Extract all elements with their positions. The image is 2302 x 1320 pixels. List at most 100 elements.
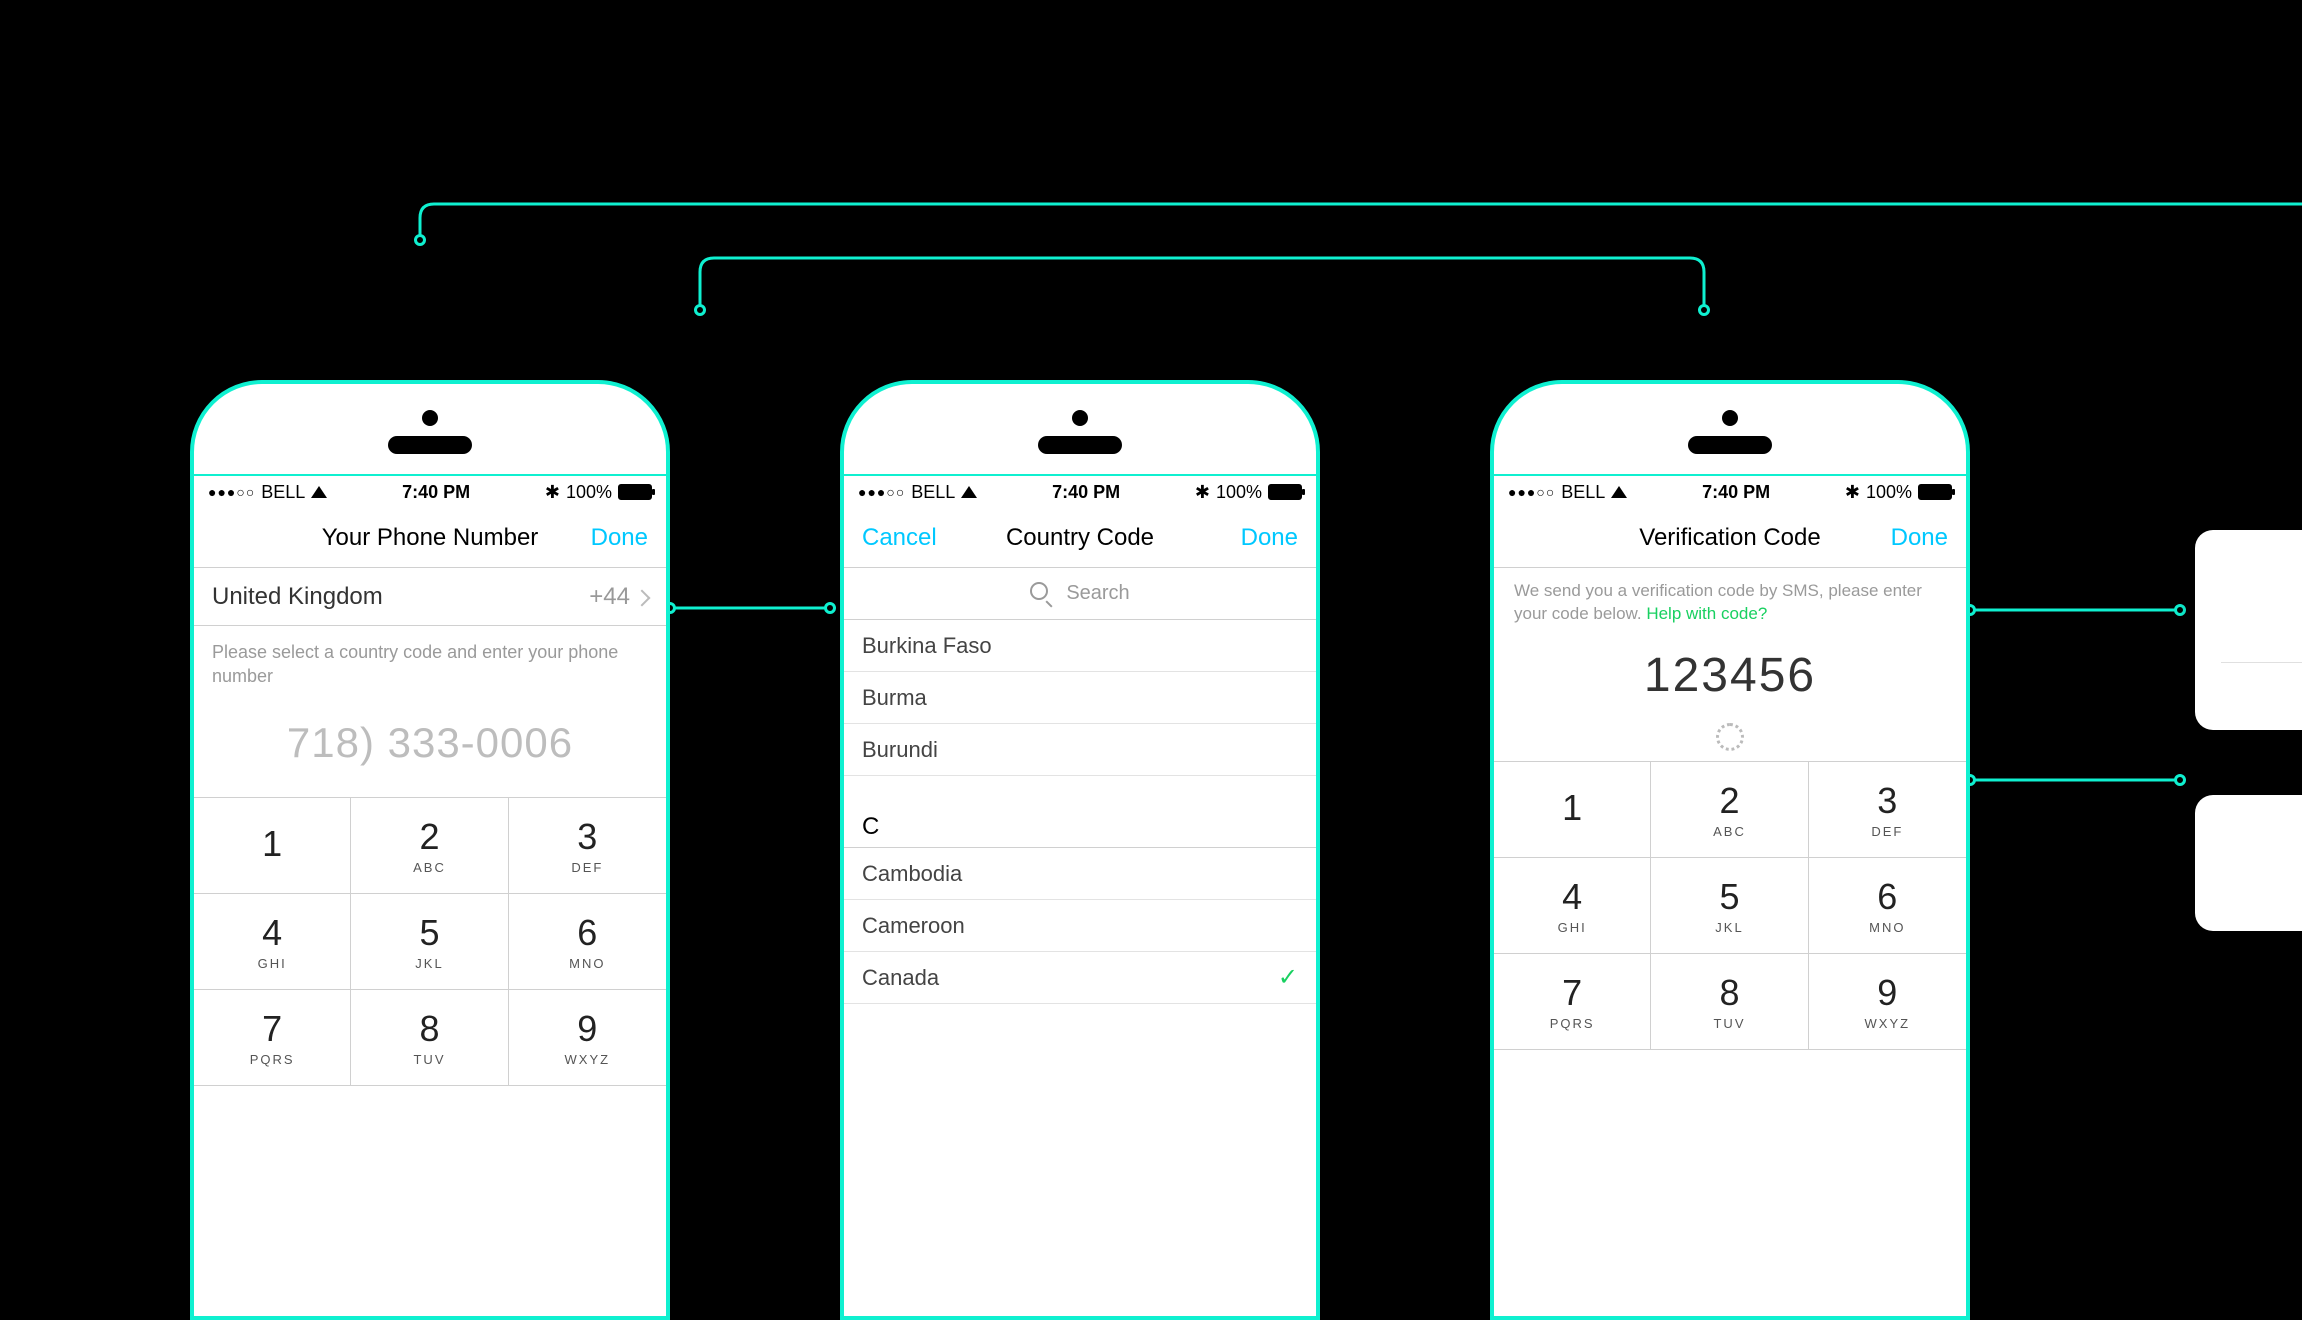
country-selector-row[interactable]: United Kingdom +44 [194,568,666,626]
alert-text-line: is ok. So, you [2221,848,2302,879]
done-button[interactable]: Done [1208,524,1298,552]
key-digit: 7 [262,1008,282,1050]
instruction-text: Please select a country code and enter y… [194,626,666,711]
keypad-key-7[interactable]: 7PQRS [1494,954,1651,1050]
cancel-button[interactable]: Cancel [862,524,952,552]
key-letters: TUV [1713,1016,1745,1031]
key-digit: 8 [419,1008,439,1050]
alert-text-line: name an [2221,879,2302,910]
keypad-key-1[interactable]: 1 [194,798,351,894]
key-digit: 4 [262,912,282,954]
country-item[interactable]: Burundi [844,724,1316,776]
device-earpiece [194,384,666,474]
key-digit: 3 [1877,780,1897,822]
key-digit: 4 [1562,876,1582,918]
bluetooth-icon: ✱ [1195,482,1210,503]
status-bar: ●●●○○ BELL 7:40 PM ✱ 100% [194,474,666,508]
country-item[interactable]: Burma [844,672,1316,724]
nav-bar: Cancel Country Code Done [844,508,1316,568]
phone-number-input[interactable]: 718) 333-0006 [194,711,666,797]
keypad-key-4[interactable]: 4 GHI [194,894,351,990]
key-digit: 1 [1562,787,1582,829]
wifi-icon [961,482,977,503]
country-name-label: Burkina Faso [862,633,992,659]
battery-pct-label: 100% [1866,482,1912,503]
key-digit: 1 [262,823,282,865]
alert-text-line: Congratulatio [2221,817,2302,848]
key-letters: TUV [413,1052,445,1067]
battery-pct-label: 100% [566,482,612,503]
keypad-key-5[interactable]: 5 JKL [1651,858,1808,954]
keypad-key-9[interactable]: 9WXYZ [1809,954,1966,1050]
keypad-key-4[interactable]: 4GHI [1494,858,1651,954]
country-name-label: Cameroon [862,913,965,939]
keypad-key-5[interactable]: 5JKL [351,894,508,990]
key-digit: 8 [1719,972,1739,1014]
keypad-key-6[interactable]: 6 MNO [509,894,666,990]
country-name-label: Burma [862,685,927,711]
alert-code-not-received: Don't rec Please, ch number a Reenter P [2195,530,2302,730]
keypad-key-2[interactable]: 2ABC [1651,762,1808,858]
phone-enter-number: ●●●○○ BELL 7:40 PM ✱ 100% Your Phone Num… [190,380,670,1320]
keypad-key-1[interactable]: 1 [1494,762,1651,858]
chevron-right-icon [636,583,648,611]
signal-dots-icon: ●●●○○ [208,484,255,500]
key-letters: JKL [1715,920,1743,935]
clock-label: 7:40 PM [1702,482,1770,503]
keypad-key-9[interactable]: 9 WXYZ [509,990,666,1086]
device-earpiece [1494,384,1966,474]
keypad-key-3[interactable]: 3DEF [509,798,666,894]
country-code-label: +44 [589,583,630,611]
phone-verification: ●●●○○ BELL 7:40 PM ✱ 100% Verification C… [1490,380,1970,1320]
numeric-keypad: 1 2ABC3DEF 4 GHI 5JKL 6 MNO 7 PQRS 8 TUV 9 WXYZ [194,797,666,1086]
key-letters: WXYZ [565,1052,611,1067]
key-letters: WXYZ [1865,1016,1911,1031]
keypad-key-8[interactable]: 8 TUV [1651,954,1808,1050]
clock-label: 7:40 PM [402,482,470,503]
wifi-icon [1611,482,1627,503]
numeric-keypad: 1 2ABC3DEF 4GHI 5 JKL 6MNO 7PQRS 8 TUV 9WXYZ [1494,761,1966,1050]
country-name-label: Cambodia [862,861,962,887]
keypad-key-2[interactable]: 2ABC [351,798,508,894]
carrier-label: BELL [911,482,955,503]
key-digit: 2 [419,816,439,858]
country-item[interactable]: Burkina Faso [844,620,1316,672]
clock-label: 7:40 PM [1052,482,1120,503]
key-letters: PQRS [250,1052,295,1067]
verification-code-input[interactable]: 123456 [1494,632,1966,709]
phone-country-code: ●●●○○ BELL 7:40 PM ✱ 100% Cancel Country… [840,380,1320,1320]
key-digit: 5 [1719,876,1739,918]
alert-text-line: Please, ch [2221,583,2302,614]
key-letters: ABC [1713,824,1746,839]
alert-success: Congratulatio is ok. So, you name an [2195,795,2302,931]
country-item[interactable]: Canada✓ [844,952,1316,1004]
nav-title: Your Phone Number [322,524,539,552]
reenter-phone-button[interactable]: Reenter P [2221,662,2302,708]
alert-text-line: Don't rec [2221,552,2302,583]
alert-text-line: number a [2221,614,2302,645]
signal-dots-icon: ●●●○○ [858,484,905,500]
key-letters: PQRS [1550,1016,1595,1031]
keypad-key-3[interactable]: 3DEF [1809,762,1966,858]
country-name-label: Burundi [862,737,938,763]
keypad-key-6[interactable]: 6MNO [1809,858,1966,954]
country-item[interactable]: Cameroon [844,900,1316,952]
nav-bar: Your Phone Number Done [194,508,666,568]
status-bar: ●●●○○ BELL 7:40 PM ✱ 100% [1494,474,1966,508]
keypad-key-7[interactable]: 7 PQRS [194,990,351,1086]
key-digit: 9 [577,1008,597,1050]
search-field[interactable]: Search [844,568,1316,620]
keypad-key-8[interactable]: 8 TUV [351,990,508,1086]
key-digit: 6 [1877,876,1897,918]
done-button[interactable]: Done [1858,524,1948,552]
country-name-label: Canada [862,965,939,991]
bluetooth-icon: ✱ [1845,482,1860,503]
carrier-label: BELL [261,482,305,503]
key-letters: GHI [258,956,287,971]
bluetooth-icon: ✱ [545,482,560,503]
help-link[interactable]: Help with code? [1646,604,1767,623]
key-digit: 6 [577,912,597,954]
country-item[interactable]: Cambodia [844,848,1316,900]
done-button[interactable]: Done [558,524,648,552]
key-letters: MNO [569,956,605,971]
